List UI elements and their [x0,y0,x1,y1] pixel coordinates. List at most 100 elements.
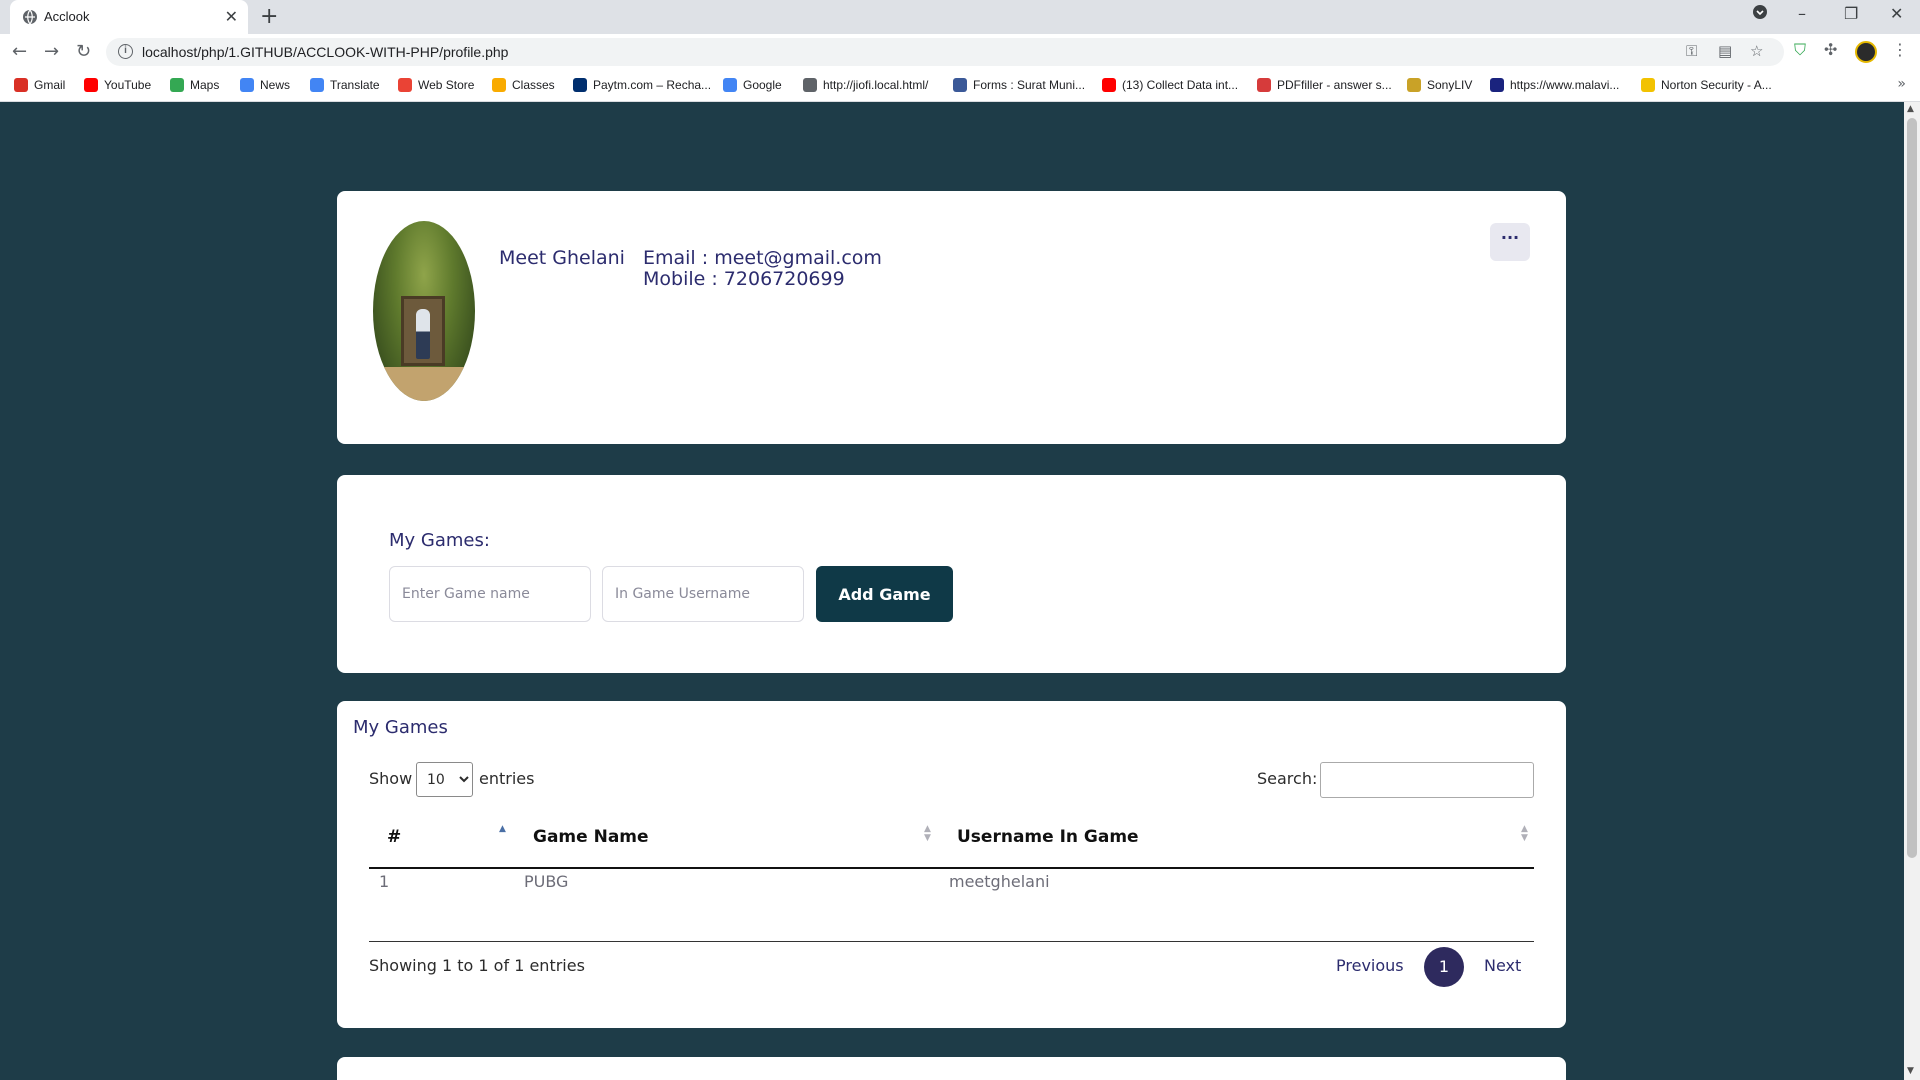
classes-icon [492,78,506,92]
back-button[interactable]: ← [12,41,27,62]
browser-tab[interactable]: Acclook ✕ [10,0,248,34]
bookmark-label: Forms : Surat Muni... [973,78,1086,92]
bookmark-item[interactable]: http://jiofi.local.html/ [803,78,928,92]
bookmark-item[interactable]: SonyLIV [1407,78,1472,92]
page-scrollbar[interactable]: ▲ ▼ [1904,102,1920,1080]
game-name-input[interactable] [389,566,591,622]
bookmark-label: Norton Security - A... [1661,78,1772,92]
scroll-down-icon[interactable]: ▼ [1907,1066,1914,1076]
bookmark-item[interactable]: Translate [310,78,380,92]
tab-title: Acclook [44,9,90,24]
table-cell-index: 1 [379,872,390,891]
sort-both-icon[interactable]: ▲ ▼ [924,825,931,843]
pagination-previous[interactable]: Previous [1336,956,1404,975]
site-info-icon[interactable]: i [118,44,133,59]
globe-icon [22,9,38,25]
scrollbar-thumb[interactable] [1907,118,1917,858]
profile-avatar-icon[interactable] [1855,41,1877,63]
bookmark-item[interactable]: https://www.malavi... [1490,78,1619,92]
sort-both-icon[interactable]: ▲ ▼ [1521,825,1528,843]
pagination-page-current[interactable]: 1 [1424,947,1464,987]
malavi-icon [1490,78,1504,92]
forward-button[interactable]: → [44,41,59,62]
add-game-card: My Games: Add Game [337,475,1566,673]
reload-button[interactable]: ↻ [76,41,91,62]
norton-icon [1641,78,1655,92]
close-window-button[interactable]: ✕ [1890,4,1903,23]
maps-icon [170,78,184,92]
table-cell-game-name: PUBG [524,872,569,891]
browser-toolbar: ← → ↻ i localhost/php/1.GITHUB/ACCLOOK-W… [0,34,1920,70]
next-section-card [337,1057,1566,1080]
profile-card: Meet Ghelani Email : meet@gmail.com Mobi… [337,191,1566,444]
page-viewport: Meet Ghelani Email : meet@gmail.com Mobi… [0,102,1904,1080]
profile-name: Meet Ghelani [499,247,625,269]
bookmark-item[interactable]: Google [723,78,782,92]
entries-label: entries [479,769,535,788]
youtube-icon [1102,78,1116,92]
table-info: Showing 1 to 1 of 1 entries [369,956,585,975]
url-text[interactable]: localhost/php/1.GITHUB/ACCLOOK-WITH-PHP/… [142,44,508,60]
youtube-icon [84,78,98,92]
games-table-title: My Games [353,717,448,738]
add-game-button[interactable]: Add Game [816,566,953,622]
bookmark-item[interactable]: Paytm.com – Recha... [573,78,711,92]
browser-tabstrip: Acclook ✕ + – ❐ ✕ [0,0,1920,34]
bookmark-item[interactable]: PDFfiller - answer s... [1257,78,1392,92]
restore-button[interactable]: ❐ [1844,4,1858,23]
bookmark-label: (13) Collect Data int... [1122,78,1239,92]
bookmark-item[interactable]: Maps [170,78,219,92]
more-options-button[interactable]: ··· [1490,223,1530,261]
bookmark-label: http://jiofi.local.html/ [823,78,929,92]
bookmark-label: Translate [330,78,380,92]
column-header-username[interactable]: Username In Game [957,827,1139,847]
bookmark-label: Maps [190,78,220,92]
bookmark-item[interactable]: Web Store [398,78,474,92]
minimize-button[interactable]: – [1798,4,1806,23]
scroll-up-icon[interactable]: ▲ [1907,104,1914,114]
add-game-heading: My Games: [389,530,490,551]
gmail-icon [14,78,28,92]
column-header-game-name[interactable]: Game Name [533,827,649,847]
new-tab-button[interactable]: + [260,4,278,29]
bookmark-item[interactable]: Norton Security - A... [1641,78,1772,92]
sonyliv-icon [1407,78,1421,92]
show-label: Show [369,769,413,788]
pdffiller-icon [1257,78,1271,92]
bookmarks-overflow-icon[interactable]: » [1897,76,1906,92]
bookmark-label: PDFfiller - answer s... [1277,78,1392,92]
bookmark-item[interactable]: News [240,78,290,92]
bookmark-item[interactable]: Classes [492,78,555,92]
tab-search-icon[interactable] [1752,4,1768,24]
bookmark-label: Google [743,78,782,92]
shield-extension-icon[interactable]: ⛉ [1794,40,1806,60]
profile-photo [373,221,475,401]
web-store-icon [398,78,412,92]
bookmark-item[interactable]: Forms : Surat Muni... [953,78,1085,92]
browser-menu-icon[interactable]: ⋮ [1892,40,1908,59]
key-icon[interactable]: ⚿ [1686,42,1697,60]
tab-close-icon[interactable]: ✕ [225,7,238,26]
news-icon [240,78,254,92]
bookmark-item[interactable]: (13) Collect Data int... [1102,78,1238,92]
pagination-next[interactable]: Next [1484,956,1521,975]
games-table-card: My Games Show 10 entries Search: # ▲ Gam… [337,701,1566,1028]
table-search-input[interactable] [1320,762,1534,798]
bookmark-star-icon[interactable]: ☆ [1750,42,1763,60]
bookmark-item[interactable]: Gmail [14,78,65,92]
game-username-input[interactable] [602,566,804,622]
reader-mode-icon[interactable]: ▤ [1718,42,1732,60]
table-footer-divider [369,941,1534,942]
translate-icon [310,78,324,92]
bookmarks-bar: » Gmail YouTube Maps News Translate Web Store… [0,70,1920,102]
search-label: Search: [1257,769,1318,788]
bookmark-label: Paytm.com – Recha... [593,78,712,92]
address-bar[interactable]: i localhost/php/1.GITHUB/ACCLOOK-WITH-PH… [106,38,1784,66]
extensions-puzzle-icon[interactable]: ✣ [1824,40,1837,59]
bookmark-label: Gmail [34,78,66,92]
bookmark-item[interactable]: YouTube [84,78,151,92]
sort-asc-icon[interactable]: ▲ [499,825,506,834]
table-cell-username: meetghelani [949,872,1050,891]
column-header-index[interactable]: # [387,827,401,847]
entries-per-page-select[interactable]: 10 [416,762,473,797]
